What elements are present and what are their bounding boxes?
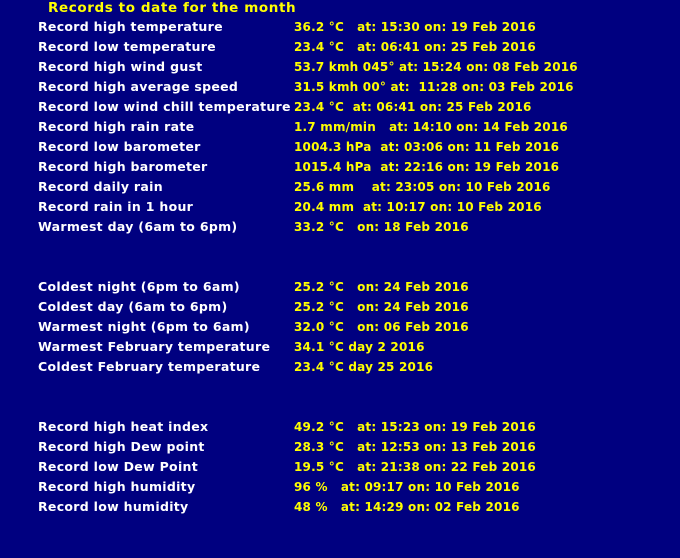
record-label: Record low wind chill temperature — [38, 99, 291, 114]
record-value: 23.4 °C at: 06:41 on: 25 Feb 2016 — [294, 40, 536, 54]
record-value: 25.2 °C on: 24 Feb 2016 — [294, 300, 469, 314]
record-label: Coldest February temperature — [38, 359, 261, 374]
record-row: Record low wind chill temperature 23.4 °C… — [0, 97, 680, 117]
record-row: Record high temperature 36.2 °C at: 15:30… — [0, 17, 680, 37]
record-value: 23.4 °C day 25 2016 — [294, 360, 434, 374]
record-row: Record rain in 1 hour 20.4 mm at: 10:17 o… — [0, 197, 680, 217]
record-value: 33.2 °C on: 18 Feb 2016 — [294, 220, 469, 234]
record-label: Record high heat index — [38, 419, 209, 434]
record-row: Record low Dew Point 19.5 °C at: 21:38 on… — [0, 457, 680, 477]
record-value: 96 % at: 09:17 on: 10 Feb 2016 — [294, 480, 520, 494]
record-row: Record high average speed 31.5 kmh 00° at… — [0, 77, 680, 97]
record-row: Warmest night (6pm to 6am) 32.0 °C on: 06… — [0, 317, 680, 337]
record-row: Record low temperature 23.4 °C at: 06:41 … — [0, 37, 680, 57]
record-row: Record high barometer 1015.4 hPa at: 22:1… — [0, 157, 680, 177]
record-label: Record high temperature — [38, 19, 223, 34]
record-row: Coldest February temperature 23.4 °C day … — [0, 357, 680, 377]
record-row: Record high humidity 96 % at: 09:17 on: 1… — [0, 477, 680, 497]
record-row: Warmest day (6am to 6pm) 33.2 °C on: 18 F… — [0, 217, 680, 237]
record-row: Record high wind gust 53.7 kmh 045° at: 1… — [0, 57, 680, 77]
record-row: Record high Dew point 28.3 °C at: 12:53 o… — [0, 437, 680, 457]
record-value: 53.7 kmh 045° at: 15:24 on: 08 Feb 2016 — [294, 60, 578, 74]
record-value: 1.7 mm/min at: 14:10 on: 14 Feb 2016 — [294, 120, 568, 134]
record-label: Record high humidity — [38, 479, 196, 494]
record-label: Record high rain rate — [38, 119, 195, 134]
record-label: Record high barometer — [38, 159, 208, 174]
record-row: Record high rain rate 1.7 mm/min at: 14:1… — [0, 117, 680, 137]
record-value: 36.2 °C at: 15:30 on: 19 Feb 2016 — [294, 20, 536, 34]
record-label: Record rain in 1 hour — [38, 199, 194, 214]
record-value: 25.2 °C on: 24 Feb 2016 — [294, 280, 469, 294]
row-spacer — [0, 257, 680, 277]
record-label: Record daily rain — [38, 179, 163, 194]
record-label: Coldest night (6pm to 6am) — [38, 279, 240, 294]
record-value: 31.5 kmh 00° at: 11:28 on: 03 Feb 2016 — [294, 80, 574, 94]
record-value: 48 % at: 14:29 on: 02 Feb 2016 — [294, 500, 520, 514]
record-label: Record low Dew Point — [38, 459, 198, 474]
record-label: Warmest night (6pm to 6am) — [38, 319, 250, 334]
row-spacer — [0, 237, 680, 257]
record-row: Coldest day (6am to 6pm) 25.2 °C on: 24 F… — [0, 297, 680, 317]
row-spacer — [0, 397, 680, 417]
record-label: Coldest day (6am to 6pm) — [38, 299, 228, 314]
records-list: Record high temperature 36.2 °C at: 15:30… — [0, 17, 680, 517]
record-row: Record high heat index 49.2 °C at: 15:23 … — [0, 417, 680, 437]
record-row: Coldest night (6pm to 6am) 25.2 °C on: 24… — [0, 277, 680, 297]
record-value: 25.6 mm at: 23:05 on: 10 Feb 2016 — [294, 180, 551, 194]
record-value: 1004.3 hPa at: 03:06 on: 11 Feb 2016 — [294, 140, 560, 154]
record-label: Record high wind gust — [38, 59, 203, 74]
record-value: 49.2 °C at: 15:23 on: 19 Feb 2016 — [294, 420, 536, 434]
record-row: Warmest February temperature 34.1 °C day … — [0, 337, 680, 357]
record-label: Record high average speed — [38, 79, 239, 94]
record-row: Record daily rain 25.6 mm at: 23:05 on: 1… — [0, 177, 680, 197]
page-title: Records to date for the month — [48, 0, 297, 16]
record-label: Record low temperature — [38, 39, 216, 54]
record-label: Warmest day (6am to 6pm) — [38, 219, 238, 234]
record-value: 19.5 °C at: 21:38 on: 22 Feb 2016 — [294, 460, 536, 474]
records-page: Records to date for the month Record hig… — [0, 0, 680, 558]
row-spacer — [0, 377, 680, 397]
record-row: Record low humidity 48 % at: 14:29 on: 02… — [0, 497, 680, 517]
record-label: Warmest February temperature — [38, 339, 271, 354]
record-value: 32.0 °C on: 06 Feb 2016 — [294, 320, 469, 334]
record-label: Record low barometer — [38, 139, 201, 154]
record-value: 23.4 °C at: 06:41 on: 25 Feb 2016 — [294, 100, 532, 114]
record-value: 20.4 mm at: 10:17 on: 10 Feb 2016 — [294, 200, 542, 214]
record-value: 1015.4 hPa at: 22:16 on: 19 Feb 2016 — [294, 160, 560, 174]
record-value: 34.1 °C day 2 2016 — [294, 340, 425, 354]
record-value: 28.3 °C at: 12:53 on: 13 Feb 2016 — [294, 440, 536, 454]
record-label: Record high Dew point — [38, 439, 205, 454]
record-row: Record low barometer 1004.3 hPa at: 03:06… — [0, 137, 680, 157]
record-label: Record low humidity — [38, 499, 189, 514]
